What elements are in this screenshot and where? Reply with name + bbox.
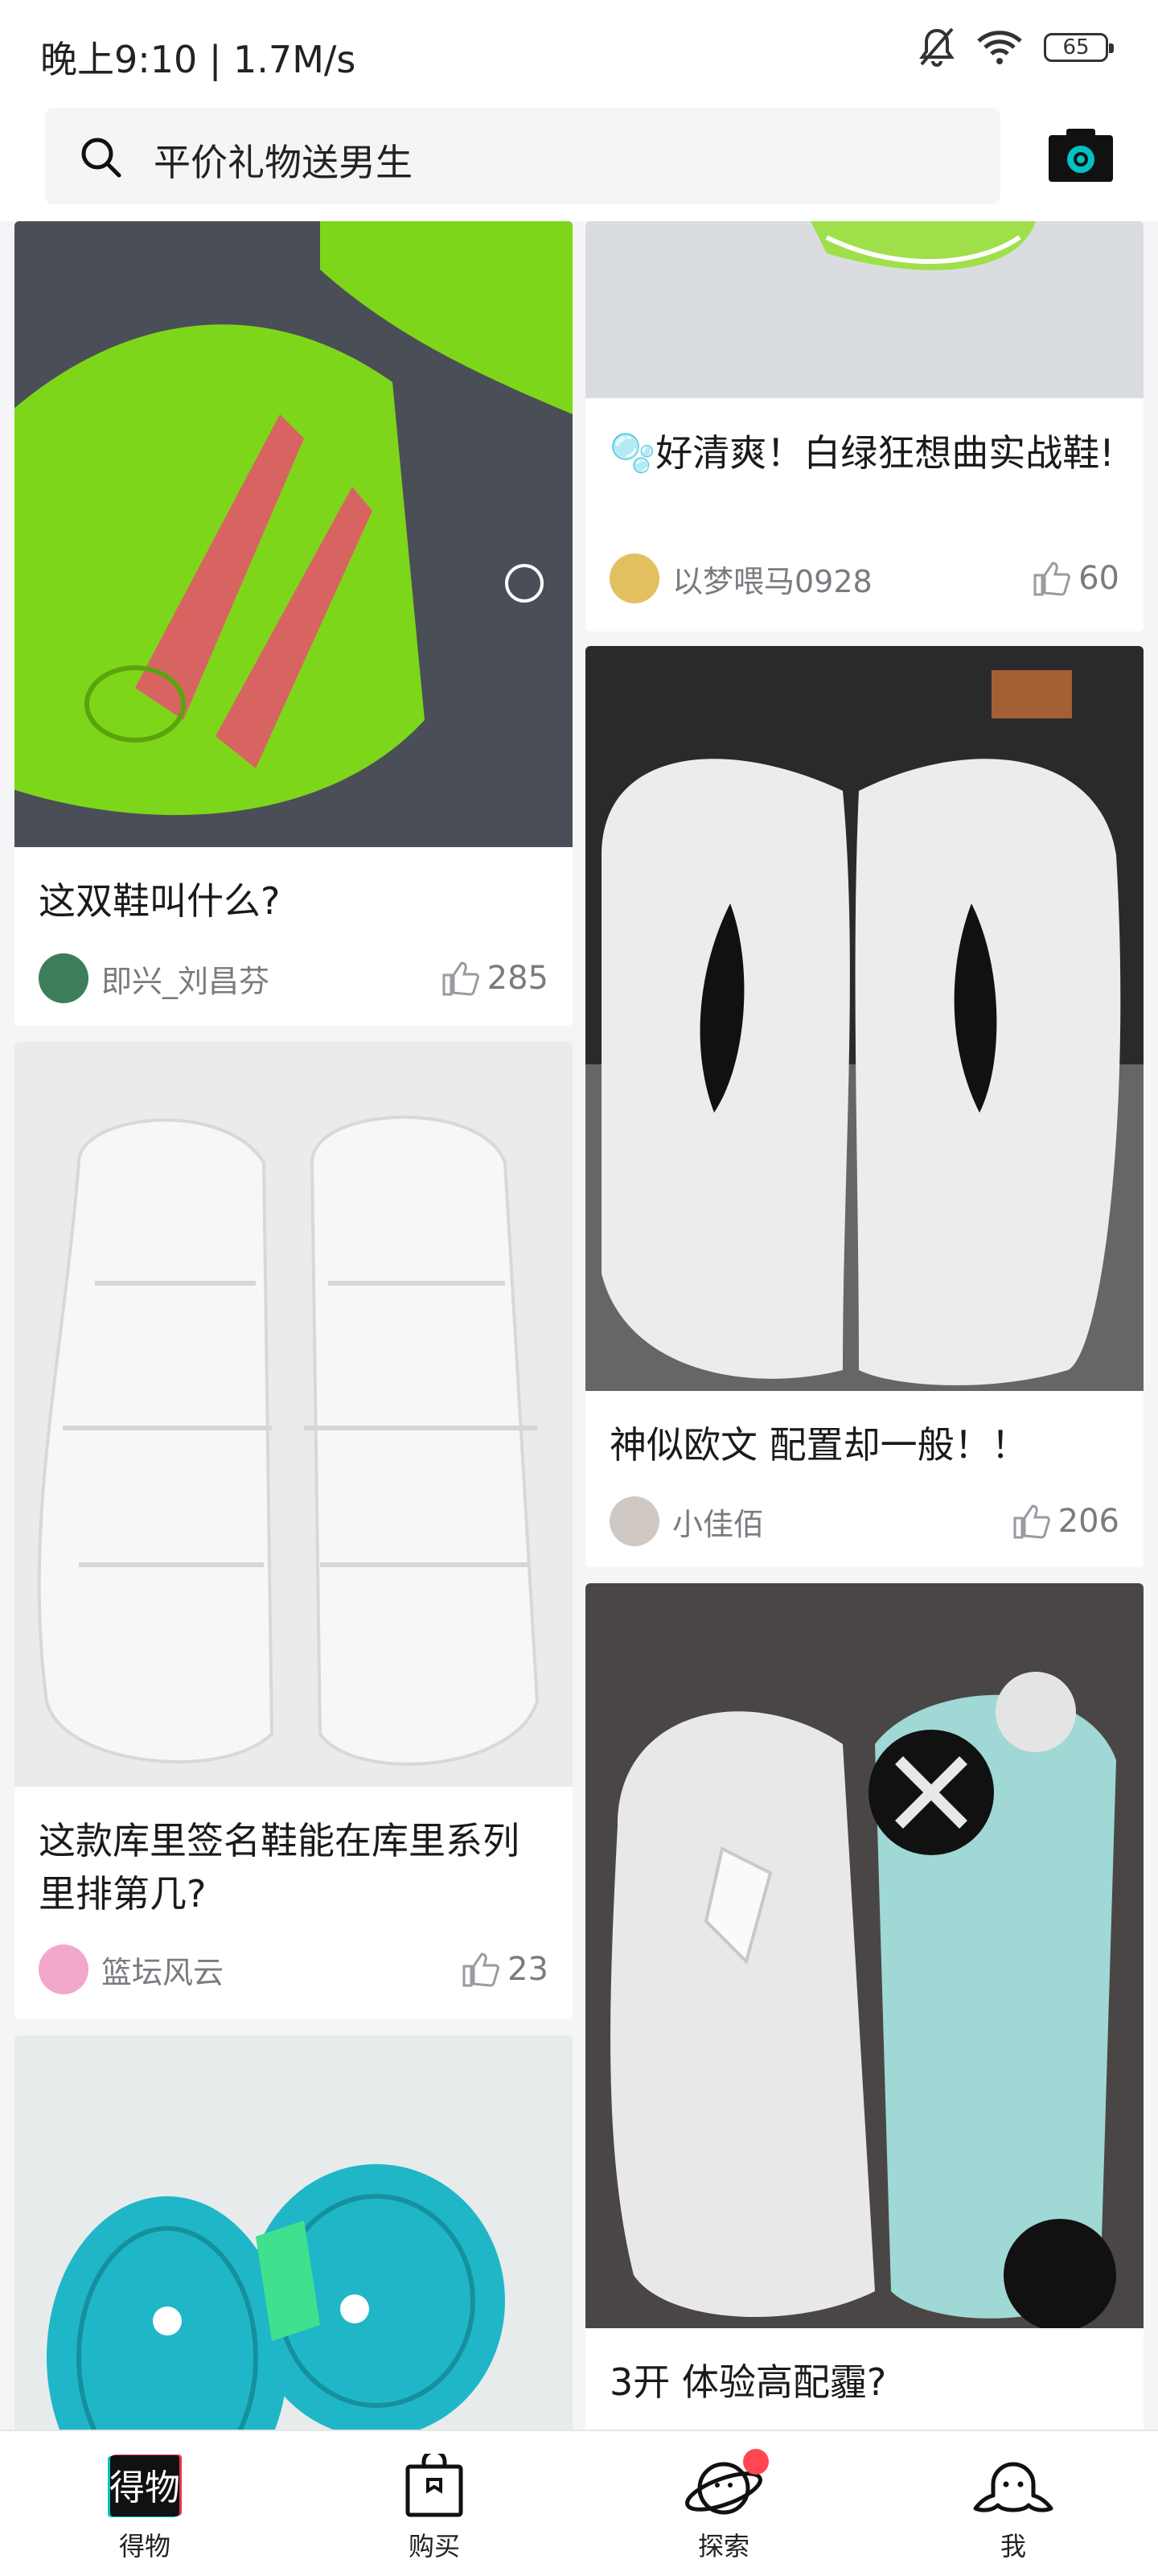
tab-label: 购买: [408, 2531, 460, 2562]
like-count: 60: [1078, 560, 1119, 597]
tab-explore[interactable]: 探索: [659, 2431, 788, 2576]
like-count: 23: [507, 1951, 548, 1988]
search-header: 平价礼物送男生: [0, 105, 1158, 221]
feed-card[interactable]: 这双鞋叫什么? 即兴_刘昌芬 285: [14, 221, 573, 1026]
feed-card[interactable]: 3开 体验高配霾?: [585, 1583, 1144, 2430]
battery-indicator: 65: [1044, 33, 1114, 62]
search-icon: [81, 138, 121, 178]
avatar[interactable]: [39, 1944, 88, 1994]
tab-label: 我: [1000, 2531, 1026, 2562]
like-button[interactable]: 60: [1033, 560, 1119, 597]
search-placeholder: 平价礼物送男生: [154, 141, 413, 184]
like-count: 285: [487, 960, 548, 997]
post-image[interactable]: [585, 221, 1144, 398]
post-image[interactable]: [14, 221, 573, 847]
tab-label: 得物: [118, 2531, 170, 2562]
avatar[interactable]: [610, 553, 659, 603]
like-button[interactable]: 285: [442, 960, 548, 997]
feed-card[interactable]: 神似欧文 配置却一般！！ 小佳佰 206: [585, 646, 1144, 1567]
post-title[interactable]: 🫧好清爽！白绿狂想曲实战鞋!: [610, 426, 1124, 479]
author-name[interactable]: 即兴_刘昌芬: [101, 957, 442, 1001]
tab-label: 探索: [697, 2531, 749, 2562]
post-meta: 篮坛风云 23: [39, 1943, 548, 1996]
thumbs-up-icon: [1013, 1504, 1050, 1539]
post-title[interactable]: 这款库里签名鞋能在库里系列里排第几?: [39, 1814, 553, 1920]
content-feed[interactable]: 这双鞋叫什么? 即兴_刘昌芬 285 这款库里签名鞋能在库里系列里排第几? 篮坛…: [0, 221, 1158, 2430]
bottom-tab-bar: 得物 得物 购买 探索 我: [0, 2430, 1158, 2576]
mute-bell-icon: [919, 27, 955, 67]
thumbs-up-icon: [442, 961, 479, 996]
dewu-logo-icon: 得物: [108, 2455, 182, 2517]
post-title[interactable]: 神似欧文 配置却一般！！: [610, 1418, 1029, 1471]
feed-card[interactable]: [14, 2035, 573, 2430]
svg-text:得物: 得物: [109, 2467, 180, 2508]
post-meta: 即兴_刘昌芬 285: [39, 952, 548, 1005]
post-image[interactable]: [14, 1042, 573, 1787]
status-icons: 65: [918, 27, 1114, 68]
status-time: 晚上9:10 | 1.7M/s: [40, 38, 356, 81]
notification-badge: [743, 2449, 769, 2475]
author-name[interactable]: 以梦喂马0928: [672, 557, 1033, 601]
post-image[interactable]: [585, 1583, 1144, 2328]
wifi-icon: [977, 31, 1022, 64]
tab-dewu[interactable]: 得物 得物: [80, 2431, 209, 2576]
status-bar: 晚上9:10 | 1.7M/s 65: [0, 0, 1158, 105]
search-input[interactable]: 平价礼物送男生: [45, 108, 1000, 204]
tab-me[interactable]: 我: [949, 2431, 1078, 2576]
shopping-bag-icon: [405, 2454, 463, 2517]
tab-buy[interactable]: 购买: [370, 2431, 499, 2576]
post-title[interactable]: 这双鞋叫什么?: [39, 874, 280, 928]
post-image[interactable]: [14, 2035, 573, 2430]
camera-icon[interactable]: [1049, 129, 1113, 182]
feed-card[interactable]: 这款库里签名鞋能在库里系列里排第几? 篮坛风云 23: [14, 1042, 573, 2019]
feed-card[interactable]: 🫧好清爽！白绿狂想曲实战鞋! 以梦喂马0928 60: [585, 221, 1144, 632]
post-meta: 小佳佰 206: [610, 1495, 1119, 1548]
author-name[interactable]: 篮坛风云: [101, 1948, 462, 1992]
like-button[interactable]: 206: [1013, 1503, 1119, 1540]
post-title[interactable]: 3开 体验高配霾?: [610, 2356, 886, 2409]
post-meta: 以梦喂马0928 60: [610, 552, 1119, 605]
author-name[interactable]: 小佳佰: [672, 1500, 1013, 1544]
avatar[interactable]: [39, 953, 88, 1003]
thumbs-up-icon: [1033, 562, 1070, 596]
thumbs-up-icon: [462, 1953, 499, 1987]
post-image[interactable]: [585, 646, 1144, 1391]
like-count: 206: [1057, 1503, 1119, 1540]
profile-icon: [973, 2462, 1053, 2512]
like-button[interactable]: 23: [462, 1951, 548, 1988]
avatar[interactable]: [610, 1496, 659, 1546]
